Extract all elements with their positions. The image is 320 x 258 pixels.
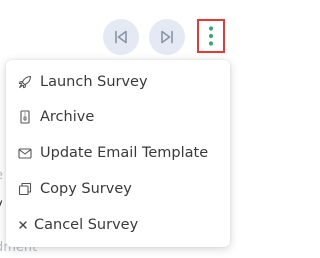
menu-item-copy-survey[interactable]: Copy Survey	[6, 175, 230, 203]
rocket-icon	[18, 75, 32, 89]
copy-icon	[18, 182, 32, 196]
skip-next-icon	[161, 30, 173, 44]
menu-item-launch-survey[interactable]: Launch Survey	[6, 68, 230, 96]
more-options-button[interactable]	[197, 19, 225, 53]
menu-item-label: Update Email Template	[40, 145, 209, 161]
stage: e y dment	[0, 0, 243, 258]
background-text-2: y	[0, 197, 3, 212]
menu-item-cancel-survey[interactable]: Cancel Survey	[6, 211, 230, 239]
menu-item-label: Archive	[40, 109, 95, 125]
envelope-icon	[18, 146, 32, 160]
menu-item-archive[interactable]: Archive	[6, 103, 230, 131]
skip-previous-button[interactable]	[103, 19, 139, 55]
background-text-1: e	[0, 168, 3, 183]
menu-item-label: Cancel Survey	[34, 217, 139, 233]
skip-next-button[interactable]	[149, 19, 185, 55]
menu-item-label: Launch Survey	[40, 74, 148, 90]
menu-item-label: Copy Survey	[40, 181, 132, 197]
close-icon	[18, 218, 28, 232]
menu-item-update-email-template[interactable]: Update Email Template	[6, 139, 230, 167]
archive-file-icon	[18, 110, 32, 124]
skip-previous-icon	[115, 30, 127, 44]
survey-actions-menu: Launch Survey Archive Update Email Templ…	[6, 60, 230, 247]
vertical-dots-icon	[208, 26, 214, 46]
